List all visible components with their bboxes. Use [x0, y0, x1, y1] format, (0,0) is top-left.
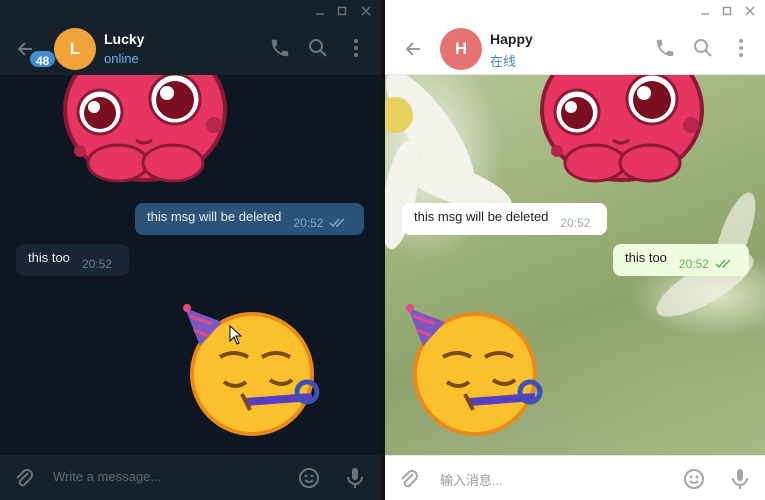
read-double-check-icon	[329, 218, 346, 228]
message-bubble-incoming[interactable]: this msg will be deleted 20:52	[402, 203, 607, 235]
message-list[interactable]: this msg will be deleted 20:52 this too …	[385, 75, 765, 455]
avatar[interactable]: L	[54, 28, 96, 70]
message-input[interactable]: 输入消息...	[440, 470, 503, 489]
search-icon[interactable]	[692, 37, 714, 59]
close-icon[interactable]	[355, 0, 377, 22]
window-titlebar	[385, 0, 765, 22]
close-icon[interactable]	[739, 0, 761, 22]
search-icon[interactable]	[307, 37, 329, 59]
phone-icon[interactable]	[654, 37, 676, 59]
paperclip-icon[interactable]	[12, 466, 36, 490]
pink-octopus-sticker[interactable]	[58, 75, 233, 190]
message-time: 20:52	[81, 257, 112, 271]
party-face-sticker[interactable]	[182, 302, 322, 437]
message-text: this msg will be deleted	[147, 208, 282, 224]
microphone-icon[interactable]	[343, 466, 367, 490]
message-text: this msg will be deleted	[414, 208, 549, 224]
message-time: 20:52	[293, 216, 324, 230]
maximize-icon[interactable]	[716, 0, 738, 22]
contact-status: 在线	[490, 54, 517, 69]
message-composer: Write a message...	[0, 455, 381, 500]
message-list[interactable]: this msg will be deleted 20:52 this too …	[0, 75, 381, 455]
arrow-left-icon[interactable]	[402, 38, 424, 60]
message-bubble-outgoing[interactable]: this msg will be deleted 20:52	[135, 203, 364, 235]
message-time: 20:52	[678, 257, 709, 271]
window-titlebar	[0, 0, 381, 22]
mouse-cursor-icon	[229, 325, 243, 345]
smile-icon[interactable]	[297, 466, 321, 490]
message-bubble-outgoing[interactable]: this too 20:52	[613, 244, 749, 276]
minimize-icon[interactable]	[694, 0, 716, 22]
microphone-icon[interactable]	[728, 467, 752, 491]
chat-window-happy: H Happy 在线 this msg will be deleted 20:5…	[385, 0, 765, 500]
unread-count-badge: 48	[28, 49, 58, 69]
contact-status: online	[104, 51, 139, 66]
pink-octopus-sticker[interactable]	[535, 75, 710, 190]
minimize-icon[interactable]	[309, 0, 331, 22]
maximize-icon[interactable]	[331, 0, 353, 22]
party-face-sticker[interactable]	[405, 302, 545, 437]
more-vertical-icon[interactable]	[345, 37, 367, 59]
chat-header: H Happy 在线	[385, 22, 765, 75]
more-vertical-icon[interactable]	[730, 37, 752, 59]
message-input[interactable]: Write a message...	[53, 469, 161, 484]
chat-header: 48 L Lucky online	[0, 22, 381, 75]
contact-name[interactable]: Lucky	[104, 31, 144, 47]
read-double-check-icon	[715, 259, 731, 269]
message-text: this too	[28, 249, 70, 265]
smile-icon[interactable]	[682, 467, 706, 491]
avatar[interactable]: H	[440, 28, 482, 70]
contact-name[interactable]: Happy	[490, 31, 533, 47]
message-text: this too	[625, 249, 667, 265]
message-bubble-incoming[interactable]: this too 20:52	[16, 244, 129, 276]
phone-icon[interactable]	[269, 37, 291, 59]
paperclip-icon[interactable]	[397, 467, 421, 491]
chat-window-lucky: 48 L Lucky online this msg will be delet…	[0, 0, 381, 500]
message-composer: 输入消息...	[385, 455, 765, 500]
message-time: 20:52	[560, 216, 591, 230]
